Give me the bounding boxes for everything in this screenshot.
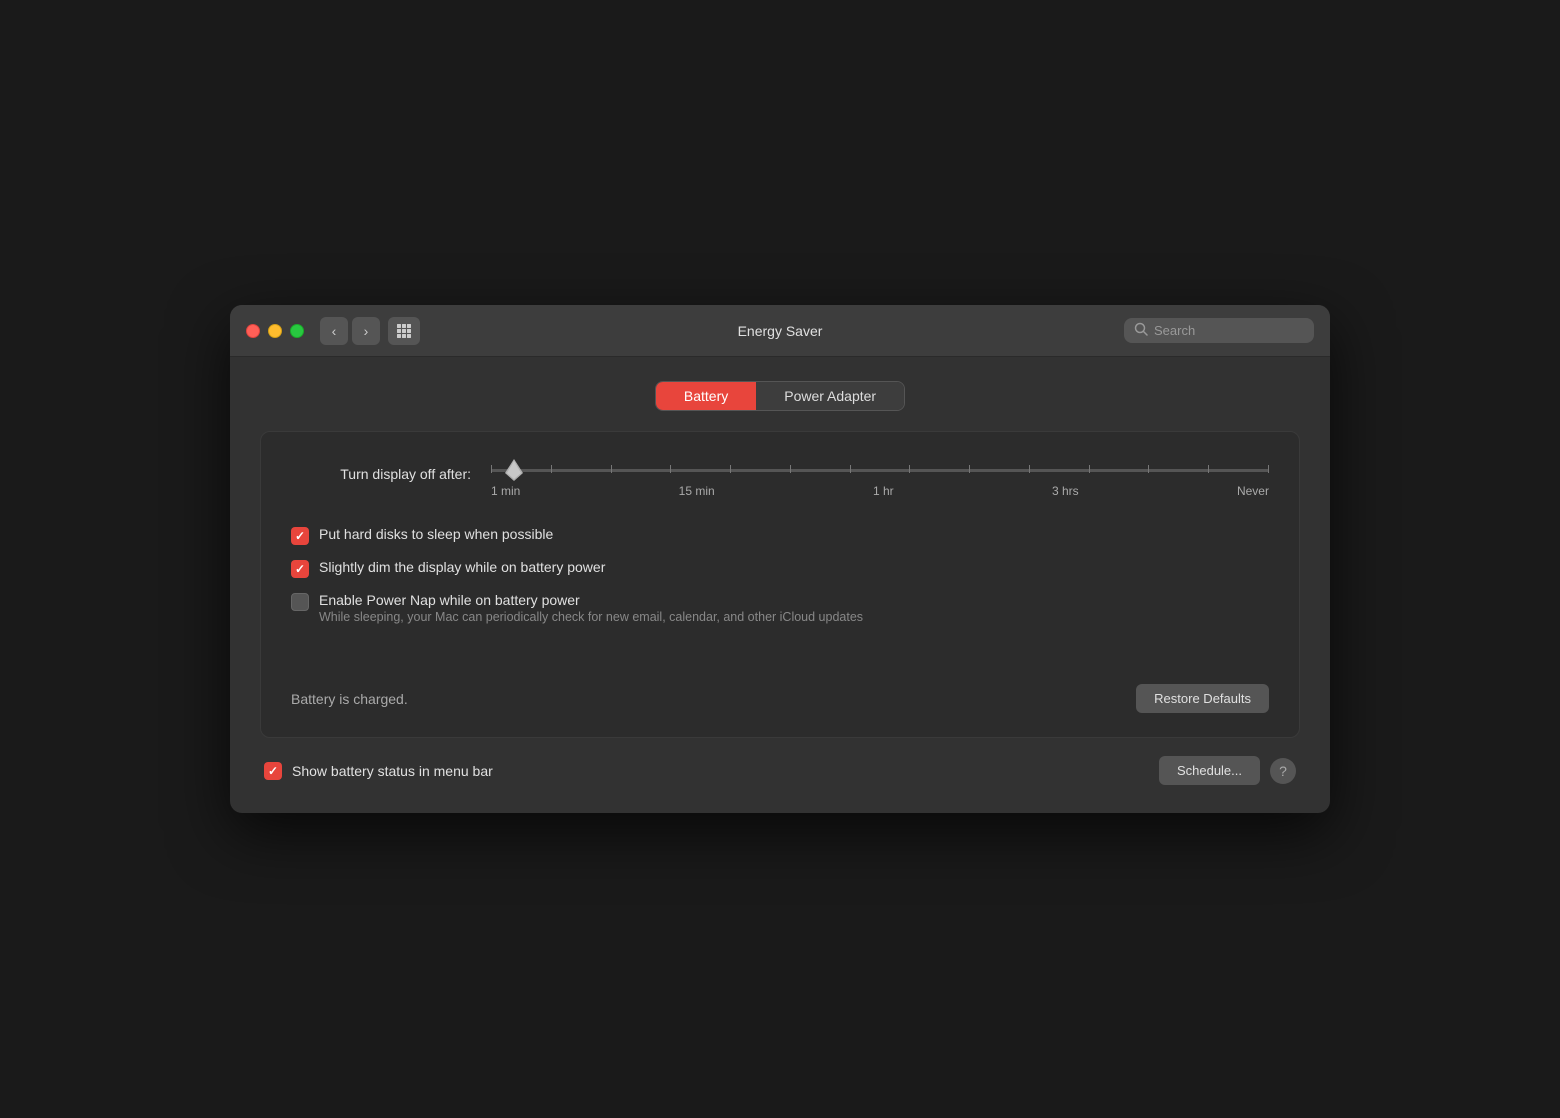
- forward-button[interactable]: ›: [352, 317, 380, 345]
- hard-disks-text-group: Put hard disks to sleep when possible: [319, 526, 553, 542]
- slider-thumb[interactable]: [505, 459, 523, 481]
- restore-defaults-button[interactable]: Restore Defaults: [1136, 684, 1269, 713]
- window-title: Energy Saver: [738, 323, 823, 339]
- panel-footer: Battery is charged. Restore Defaults: [291, 684, 1269, 713]
- grid-button[interactable]: [388, 317, 420, 345]
- tab-power-adapter[interactable]: Power Adapter: [756, 382, 904, 410]
- nav-buttons: ‹ ›: [320, 317, 420, 345]
- power-nap-text-group: Enable Power Nap while on battery power …: [319, 592, 863, 624]
- hard-disks-label: Put hard disks to sleep when possible: [319, 526, 553, 542]
- checkbox-section: ✓ Put hard disks to sleep when possible …: [291, 526, 1269, 624]
- titlebar: ‹ › Energy Saver: [230, 305, 1330, 357]
- slider-label-never: Never: [1237, 484, 1269, 498]
- content-area: Battery Power Adapter Turn display off a…: [230, 357, 1330, 813]
- power-nap-sublabel: While sleeping, your Mac can periodicall…: [319, 610, 863, 624]
- slider-track: [491, 469, 1269, 472]
- slider-track-wrap: [491, 460, 1269, 480]
- app-window: ‹ › Energy Saver: [230, 305, 1330, 813]
- slider-label-15min: 15 min: [679, 484, 715, 498]
- dim-display-label: Slightly dim the display while on batter…: [319, 559, 605, 575]
- show-battery-checkbox[interactable]: ✓: [264, 762, 282, 780]
- list-item: ✓ Slightly dim the display while on batt…: [291, 559, 1269, 578]
- slider-section: Turn display off after:: [291, 460, 1269, 498]
- schedule-button[interactable]: Schedule...: [1159, 756, 1260, 785]
- minimize-button[interactable]: [268, 324, 282, 338]
- tab-group: Battery Power Adapter: [655, 381, 905, 411]
- maximize-button[interactable]: [290, 324, 304, 338]
- help-button[interactable]: ?: [1270, 758, 1296, 784]
- slider-label-3hrs: 3 hrs: [1052, 484, 1079, 498]
- search-bar[interactable]: [1124, 318, 1314, 343]
- hard-disks-checkbox[interactable]: ✓: [291, 527, 309, 545]
- checkmark-icon: ✓: [295, 563, 305, 575]
- battery-status: Battery is charged.: [291, 691, 408, 707]
- slider-label: Turn display off after:: [291, 460, 471, 482]
- slider-labels: 1 min 15 min 1 hr 3 hrs Never: [491, 484, 1269, 498]
- back-button[interactable]: ‹: [320, 317, 348, 345]
- dim-display-text-group: Slightly dim the display while on batter…: [319, 559, 605, 575]
- show-battery-row: ✓ Show battery status in menu bar: [264, 761, 493, 780]
- outside-footer: ✓ Show battery status in menu bar Schedu…: [260, 756, 1300, 785]
- grid-icon: [396, 323, 412, 339]
- slider-container: 1 min 15 min 1 hr 3 hrs Never: [491, 460, 1269, 498]
- slider-label-1min: 1 min: [491, 484, 520, 498]
- tab-battery[interactable]: Battery: [656, 382, 756, 410]
- checkmark-icon: ✓: [295, 530, 305, 542]
- traffic-lights: [246, 324, 304, 338]
- tab-segment: Battery Power Adapter: [260, 381, 1300, 411]
- right-controls: Schedule... ?: [1159, 756, 1296, 785]
- search-icon: [1134, 322, 1148, 339]
- close-button[interactable]: [246, 324, 260, 338]
- checkmark-icon: ✓: [268, 765, 278, 777]
- main-panel: Turn display off after:: [260, 431, 1300, 738]
- dim-display-checkbox[interactable]: ✓: [291, 560, 309, 578]
- power-nap-label: Enable Power Nap while on battery power: [319, 592, 863, 608]
- slider-label-1hr: 1 hr: [873, 484, 894, 498]
- list-item: Enable Power Nap while on battery power …: [291, 592, 1269, 624]
- search-input[interactable]: [1154, 323, 1304, 338]
- power-nap-checkbox[interactable]: [291, 593, 309, 611]
- show-battery-label: Show battery status in menu bar: [292, 763, 493, 779]
- list-item: ✓ Put hard disks to sleep when possible: [291, 526, 1269, 545]
